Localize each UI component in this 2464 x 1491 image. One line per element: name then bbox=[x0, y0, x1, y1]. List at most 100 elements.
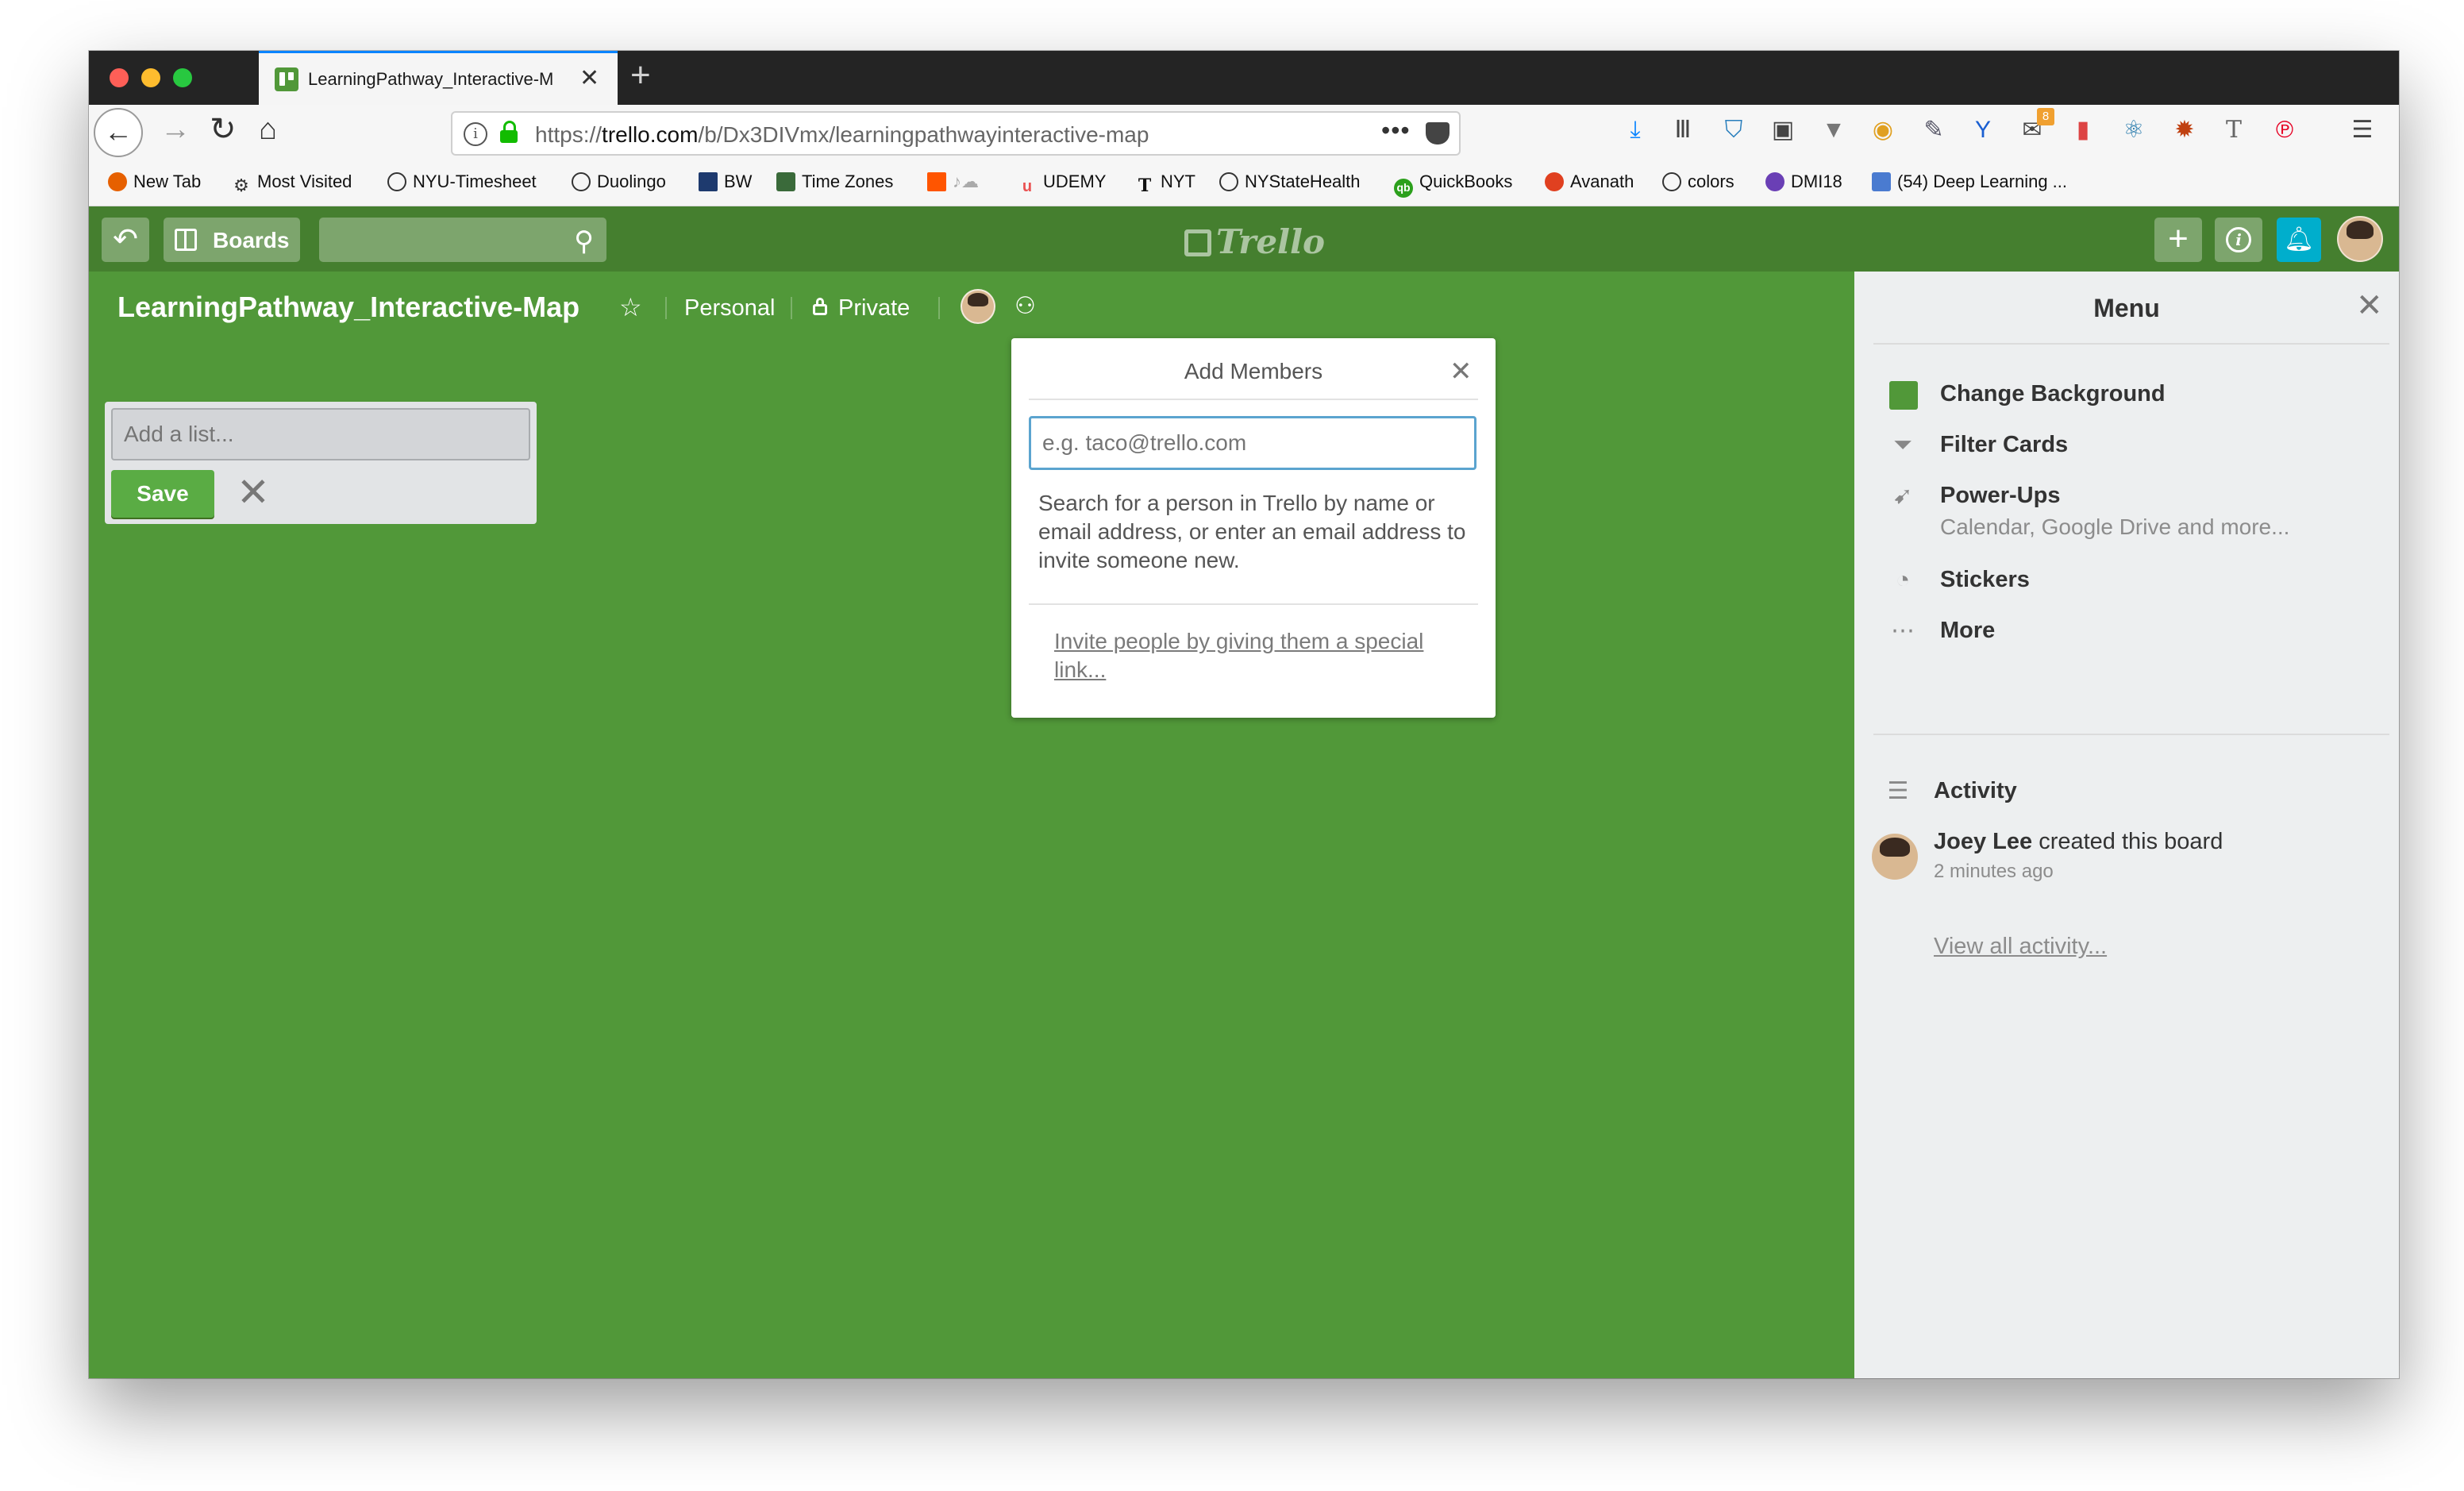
visibility-button[interactable]: Private bbox=[813, 295, 910, 322]
activity-action: created this board bbox=[2039, 829, 2223, 854]
close-menu-icon[interactable]: ✕ bbox=[2356, 287, 2383, 324]
bw-icon bbox=[699, 172, 718, 191]
cancel-icon[interactable]: ✕ bbox=[237, 468, 270, 516]
activity-user[interactable]: Joey Lee bbox=[1934, 829, 2032, 854]
bookmark-udemy[interactable]: u UDEMY bbox=[1018, 171, 1107, 197]
bookmark-colors[interactable]: colors bbox=[1662, 171, 1734, 197]
bookmark-quickbooks[interactable]: qb QuickBooks bbox=[1394, 171, 1512, 198]
lock-icon bbox=[813, 298, 827, 315]
bookmark-nystatehealth[interactable]: NYStateHealth bbox=[1219, 171, 1361, 197]
text-extension-icon[interactable]: T bbox=[2220, 116, 2248, 144]
home-button[interactable]: ⌂ bbox=[259, 113, 277, 147]
zoom-window-button[interactable] bbox=[173, 68, 192, 87]
eyedropper-icon[interactable]: ✎ bbox=[1919, 116, 1948, 144]
sidebar-toggle-icon[interactable]: ▣ bbox=[1769, 116, 1797, 144]
menu-item-stickers[interactable]: ◔ Stickers bbox=[1854, 557, 2399, 602]
menu-item-label: Stickers bbox=[1940, 567, 2030, 592]
back-button[interactable]: ← bbox=[94, 108, 143, 157]
menu-item-filter-cards[interactable]: ⏷ Filter Cards bbox=[1854, 422, 2399, 467]
shield-extension-icon[interactable]: ⛉ bbox=[1719, 116, 1748, 144]
save-button[interactable]: Save bbox=[111, 470, 214, 518]
create-button[interactable]: + bbox=[2154, 218, 2202, 262]
react-devtools-icon[interactable]: ⚛ bbox=[2119, 116, 2148, 144]
tab-close-icon[interactable]: ✕ bbox=[579, 64, 599, 92]
y-extension-icon[interactable]: Y bbox=[1969, 116, 1997, 144]
menu-item-sublabel: Calendar, Google Drive and more... bbox=[1940, 514, 2290, 539]
forward-button[interactable]: → bbox=[160, 113, 191, 147]
header-divider bbox=[665, 297, 667, 319]
bookmark-duolingo[interactable]: Duolingo bbox=[572, 171, 666, 197]
vpn-extension-icon[interactable]: ▼ bbox=[1819, 116, 1848, 144]
info-button[interactable]: i bbox=[2215, 218, 2262, 262]
udemy-icon: u bbox=[1022, 178, 1033, 195]
settings-extension-icon[interactable]: ✹ bbox=[2170, 116, 2199, 144]
board-canvas: LearningPathway_Interactive-Map ☆ Person… bbox=[89, 272, 1854, 1378]
tab-title: LearningPathway_Interactive-M bbox=[308, 69, 554, 89]
close-icon[interactable]: ✕ bbox=[1450, 356, 1473, 387]
browser-tab-active[interactable]: LearningPathway_Interactive-M ✕ bbox=[259, 51, 618, 105]
downloads-icon[interactable]: ⤓ bbox=[1621, 116, 1650, 144]
activity-heading: ☰ Activity bbox=[1854, 769, 2399, 813]
invite-link[interactable]: Invite people by giving them a special l… bbox=[1054, 627, 1451, 684]
menu-item-more[interactable]: ⋯ More bbox=[1854, 608, 2399, 653]
globe-icon bbox=[1219, 172, 1238, 191]
extension-badge-count: 8 bbox=[2037, 108, 2054, 125]
search-icon[interactable]: ⚲ bbox=[574, 225, 594, 257]
activity-time[interactable]: 2 minutes ago bbox=[1934, 861, 2054, 883]
minimize-window-button[interactable] bbox=[141, 68, 160, 87]
bookmark-bw[interactable]: BW bbox=[699, 171, 752, 197]
member-search-input[interactable] bbox=[1029, 416, 1476, 470]
chat-icon bbox=[1872, 172, 1891, 191]
add-list-input[interactable] bbox=[111, 408, 530, 460]
url-bar[interactable]: i https://trello.com/b/Dx3DIVmx/learning… bbox=[451, 111, 1461, 156]
bookmark-avanath[interactable]: Avanath bbox=[1545, 171, 1634, 197]
avanath-icon bbox=[1545, 172, 1564, 191]
pinterest-icon[interactable]: ℗ bbox=[2270, 116, 2299, 144]
url-text[interactable]: https://trello.com/b/Dx3DIVmx/learningpa… bbox=[535, 122, 1149, 148]
star-icon[interactable]: ☆ bbox=[619, 292, 642, 322]
add-member-icon[interactable]: ⚇ bbox=[1014, 292, 1036, 320]
page-actions-icon[interactable]: ••• bbox=[1381, 116, 1411, 145]
battery-extension-icon[interactable]: ▮ bbox=[2069, 116, 2097, 144]
notifications-button[interactable]: 🔔︎ bbox=[2277, 218, 2321, 262]
bookmark-nyt[interactable]: T NYT bbox=[1135, 171, 1195, 197]
menu-item-power-ups[interactable]: ➹ Power-Ups Calendar, Google Drive and m… bbox=[1854, 473, 2399, 545]
site-info-icon[interactable]: i bbox=[464, 122, 487, 146]
color-extension-icon[interactable]: ◉ bbox=[1869, 116, 1897, 144]
boards-button[interactable]: Boards bbox=[164, 218, 300, 262]
bookmark-time-zones[interactable]: Time Zones bbox=[776, 171, 893, 197]
bookmark-soundcloud[interactable]: ♪☁ bbox=[927, 171, 979, 197]
user-avatar[interactable] bbox=[2337, 216, 2383, 262]
bookmark-nyu-timesheet[interactable]: NYU-Timesheet bbox=[387, 171, 537, 197]
search-input[interactable]: ⚲ bbox=[319, 218, 606, 262]
trello-logo[interactable]: Trello bbox=[1184, 222, 1325, 261]
bookmark-deep-learning[interactable]: (54) Deep Learning ... bbox=[1872, 171, 2067, 197]
library-icon[interactable]: Ⅲ bbox=[1669, 116, 1697, 144]
team-button[interactable]: Personal bbox=[684, 295, 775, 322]
new-tab-button[interactable]: + bbox=[630, 56, 651, 95]
bookmark-dmi18[interactable]: DMI18 bbox=[1765, 171, 1842, 197]
activity-avatar[interactable] bbox=[1872, 834, 1918, 880]
bookmark-new-tab[interactable]: New Tab bbox=[108, 171, 201, 197]
member-avatar[interactable] bbox=[961, 289, 995, 324]
activity-list-icon: ☰ bbox=[1887, 778, 1909, 804]
menu-item-label: More bbox=[1940, 618, 1996, 643]
reload-button[interactable]: ↻ bbox=[210, 111, 237, 148]
view-all-activity-link[interactable]: View all activity... bbox=[1934, 934, 2107, 960]
board-title[interactable]: LearningPathway_Interactive-Map bbox=[117, 291, 579, 324]
trello-logo-icon bbox=[1184, 229, 1211, 256]
info-icon: i bbox=[2226, 227, 2251, 252]
quickbooks-icon: qb bbox=[1394, 179, 1413, 198]
menu-item-change-background[interactable]: Change Background bbox=[1854, 372, 2399, 416]
hamburger-menu-icon[interactable]: ☰ bbox=[2348, 116, 2377, 144]
dmi-icon bbox=[1765, 172, 1784, 191]
back-to-home-button[interactable]: ↶ bbox=[102, 218, 149, 262]
nyt-icon: T bbox=[1138, 175, 1152, 196]
popover-help-text: Search for a person in Trello by name or… bbox=[1038, 491, 1466, 572]
bookmark-most-visited[interactable]: ⚙ Most Visited bbox=[232, 171, 352, 197]
header-divider bbox=[791, 297, 792, 319]
globe-icon bbox=[387, 172, 406, 191]
pocket-icon[interactable] bbox=[1426, 122, 1450, 144]
music-note-icon: ♪☁ bbox=[953, 171, 979, 191]
close-window-button[interactable] bbox=[110, 68, 129, 87]
